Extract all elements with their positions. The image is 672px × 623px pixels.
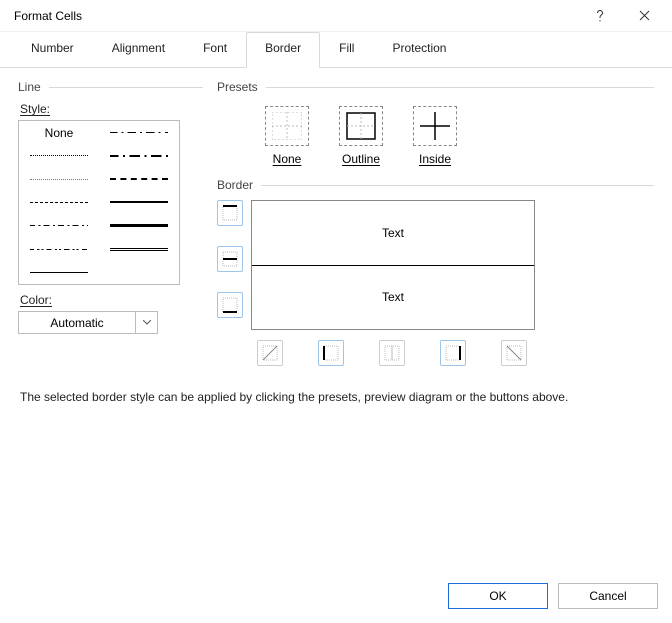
line-style-opt[interactable] [19, 191, 99, 214]
divider [49, 87, 203, 88]
border-top-button[interactable] [217, 200, 243, 226]
line-style-opt[interactable] [19, 237, 99, 260]
cancel-button[interactable]: Cancel [558, 583, 658, 609]
titlebar: Format Cells [0, 0, 672, 32]
preview-cell: Text [252, 201, 534, 265]
border-diag-down-button[interactable] [501, 340, 527, 366]
ok-button[interactable]: OK [448, 583, 548, 609]
color-dropdown[interactable]: Automatic [18, 311, 136, 334]
preview-cell: Text [252, 265, 534, 330]
dialog-title: Format Cells [14, 9, 578, 23]
line-style-opt[interactable] [19, 261, 99, 284]
preset-inside-icon [413, 106, 457, 146]
divider [266, 87, 654, 88]
tab-border[interactable]: Border [246, 32, 320, 68]
line-style-opt[interactable] [99, 214, 179, 237]
preset-outline[interactable]: Outline [339, 106, 383, 166]
line-style-opt[interactable] [99, 191, 179, 214]
hint-text: The selected border style can be applied… [0, 366, 672, 428]
tab-fill[interactable]: Fill [320, 32, 373, 68]
line-style-opt[interactable] [19, 168, 99, 191]
line-style-opt[interactable] [99, 261, 179, 284]
tab-bar: Number Alignment Font Border Fill Protec… [0, 32, 672, 68]
presets-group-label: Presets [217, 80, 258, 94]
help-button[interactable] [578, 2, 622, 30]
tab-protection[interactable]: Protection [373, 32, 465, 68]
border-left-button[interactable] [318, 340, 344, 366]
line-style-opt[interactable] [99, 237, 179, 260]
preset-none-icon [265, 106, 309, 146]
border-group-label: Border [217, 178, 253, 192]
line-style-opt[interactable] [19, 144, 99, 167]
border-diag-up-button[interactable] [257, 340, 283, 366]
line-group: Line Style: None Color: Automatic [18, 80, 203, 366]
line-style-none[interactable]: None [19, 121, 99, 144]
tab-font[interactable]: Font [184, 32, 246, 68]
tab-number[interactable]: Number [12, 32, 93, 68]
tab-alignment[interactable]: Alignment [93, 32, 184, 68]
color-dropdown-caret[interactable] [136, 311, 158, 334]
border-right-button[interactable] [440, 340, 466, 366]
preset-none[interactable]: None [265, 106, 309, 166]
right-column: Presets None Outline Inside [217, 80, 654, 366]
line-style-opt[interactable] [99, 168, 179, 191]
line-group-label: Line [18, 80, 41, 94]
color-label: Color: [20, 293, 203, 307]
border-vmiddle-button[interactable] [379, 340, 405, 366]
border-preview[interactable]: Text Text [251, 200, 535, 330]
line-style-opt[interactable] [99, 121, 179, 144]
line-style-opt[interactable] [99, 144, 179, 167]
close-button[interactable] [622, 2, 666, 30]
style-label: Style: [20, 102, 203, 116]
divider [261, 185, 654, 186]
border-bottom-button[interactable] [217, 292, 243, 318]
preset-outline-icon [339, 106, 383, 146]
preset-inside[interactable]: Inside [413, 106, 457, 166]
line-style-picker[interactable]: None [18, 120, 180, 285]
border-hmiddle-button[interactable] [217, 246, 243, 272]
line-style-opt[interactable] [19, 214, 99, 237]
